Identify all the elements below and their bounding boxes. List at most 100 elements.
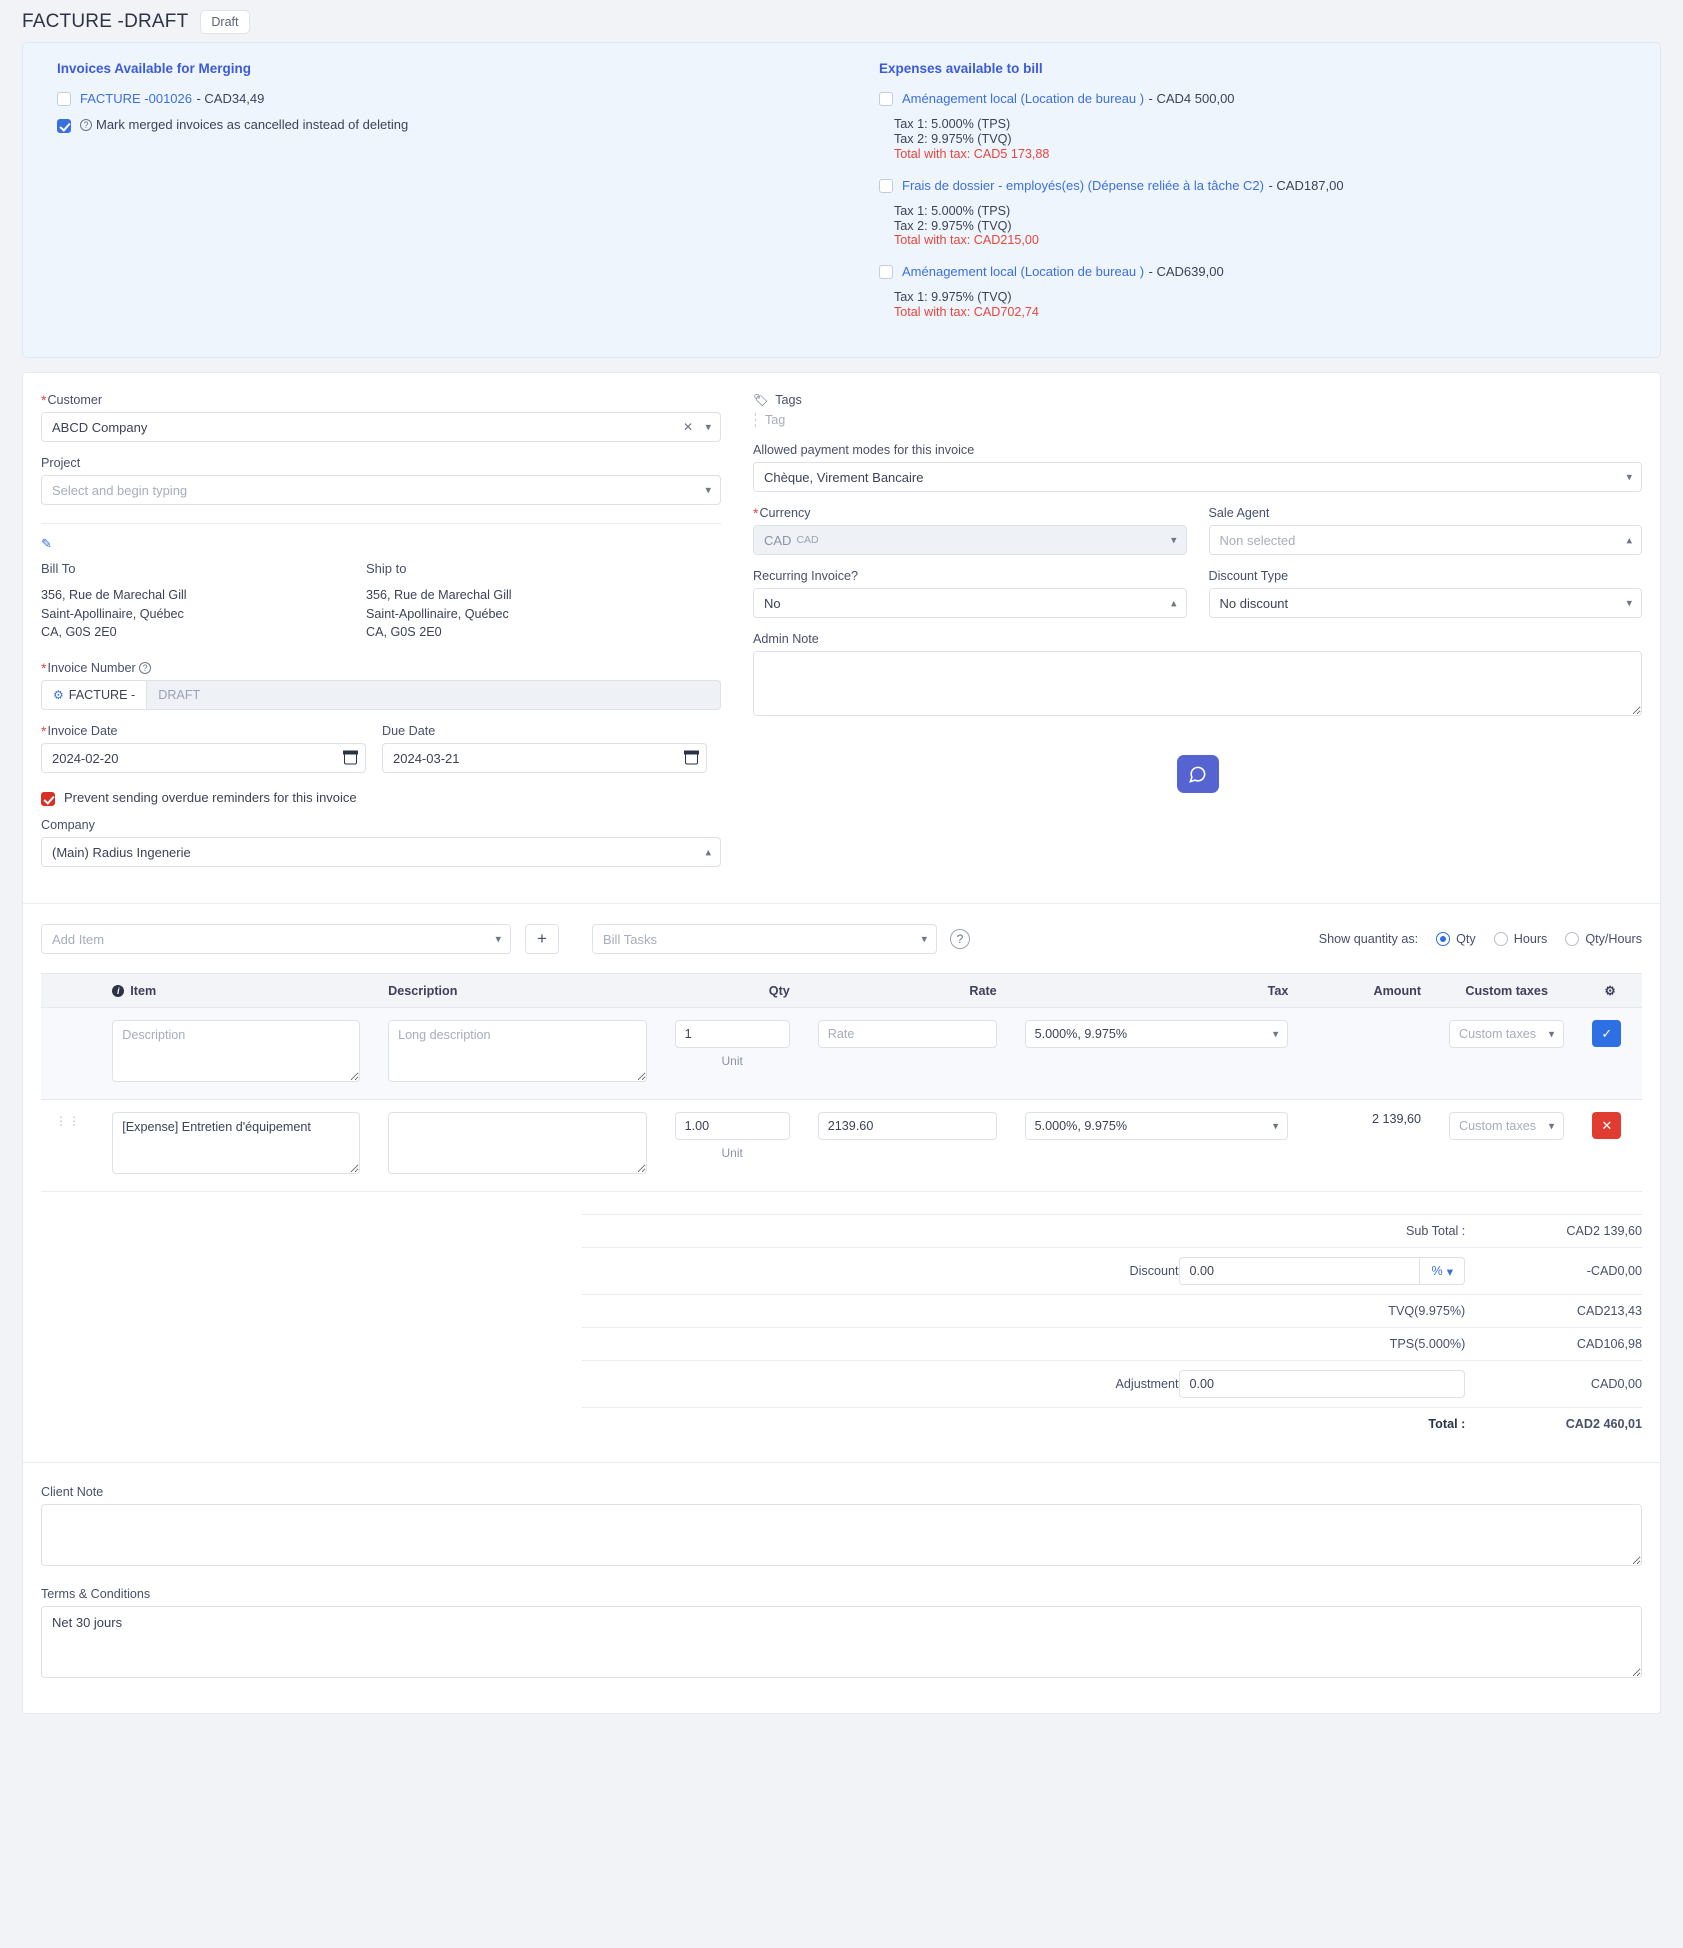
chat-button-row bbox=[753, 755, 1642, 794]
item-long-description-input[interactable] bbox=[388, 1112, 647, 1175]
item-description-input[interactable] bbox=[112, 1112, 361, 1175]
discount-unit-select[interactable]: % ▾ bbox=[1419, 1257, 1466, 1286]
item-custom-taxes-select[interactable]: Custom taxes bbox=[1449, 1112, 1565, 1141]
expense-row[interactable]: Aménagement local (Location de bureau ) … bbox=[879, 90, 1642, 108]
add-item-button[interactable]: + bbox=[525, 924, 559, 955]
confirm-item-button[interactable]: ✓ bbox=[1592, 1020, 1622, 1048]
qty-option-qty-hours[interactable]: Qty/Hours bbox=[1565, 932, 1642, 947]
project-label: Project bbox=[41, 456, 81, 471]
page-header: FACTURE -DRAFT Draft bbox=[0, 0, 1683, 42]
mark-cancelled-checkbox[interactable] bbox=[57, 119, 71, 133]
prevent-reminders-checkbox[interactable] bbox=[41, 792, 55, 807]
terms-textarea[interactable] bbox=[41, 1606, 1642, 1679]
chat-icon bbox=[1189, 766, 1206, 783]
currency-agent-row: *Currency CAD CAD ▾ Sale Agent Non select… bbox=[753, 506, 1642, 556]
project-select[interactable]: Select and begin typing bbox=[41, 475, 721, 506]
expense-checkbox[interactable] bbox=[879, 265, 893, 280]
expense-name[interactable]: Aménagement local (Location de bureau ) bbox=[902, 91, 1144, 106]
sale-agent-select[interactable]: Non selected bbox=[1208, 525, 1642, 556]
calendar-icon[interactable] bbox=[343, 750, 358, 765]
customer-group: *Customer ABCD Company ✕ ▾ bbox=[41, 393, 721, 443]
expense-tax1: Tax 1: 5.000% (TPS) bbox=[894, 117, 1011, 131]
tps-row: TPS(5.000%) CAD106,98 bbox=[582, 1327, 1642, 1361]
expense-checkbox[interactable] bbox=[879, 178, 893, 193]
customer-select[interactable]: ABCD Company bbox=[41, 412, 721, 443]
discount-value: -CAD0,00 bbox=[1465, 1247, 1642, 1295]
bill-tasks-help-icon[interactable]: ? bbox=[950, 929, 970, 950]
dates-row: *Invoice Date 2024-02-20 Due Date 2024-0… bbox=[41, 724, 721, 774]
radio-icon[interactable] bbox=[1493, 932, 1508, 947]
table-row: 1 Unit Rate 5.000%, 9.975% ▾ bbox=[41, 1007, 1642, 1101]
merge-invoice-checkbox[interactable] bbox=[57, 92, 71, 106]
calendar-icon[interactable] bbox=[684, 750, 699, 765]
item-tax-select[interactable]: 5.000%, 9.975% bbox=[1024, 1112, 1289, 1141]
tag-input[interactable]: Tag bbox=[755, 413, 1642, 428]
qty-option-qty[interactable]: Qty bbox=[1436, 932, 1476, 947]
item-long-description-input[interactable] bbox=[388, 1020, 647, 1083]
adjustment-value: CAD0,00 bbox=[1465, 1360, 1642, 1408]
company-select[interactable]: (Main) Radius Ingenerie bbox=[41, 837, 721, 868]
discount-label: Discount bbox=[582, 1247, 1179, 1295]
item-custom-taxes-select[interactable]: Custom taxes bbox=[1449, 1020, 1565, 1049]
status-badge: Draft bbox=[200, 10, 250, 34]
item-description-input[interactable] bbox=[112, 1020, 361, 1083]
gear-icon[interactable]: ⚙ bbox=[1604, 984, 1615, 998]
merge-invoice-row[interactable]: FACTURE -001026 - CAD34,49 bbox=[57, 90, 835, 108]
expense-row[interactable]: Frais de dossier - employés(es) (Dépense… bbox=[879, 177, 1642, 195]
recurring-label: Recurring Invoice? bbox=[753, 569, 858, 584]
chat-icon-button[interactable] bbox=[1176, 755, 1219, 794]
admin-note-group: Admin Note bbox=[753, 632, 1642, 721]
item-tax-select[interactable]: 5.000%, 9.975% bbox=[1024, 1020, 1289, 1049]
expense-amount: - CAD187,00 bbox=[1268, 177, 1344, 193]
invoice-number-input[interactable]: DRAFT bbox=[146, 680, 721, 711]
invoice-date-input[interactable]: 2024-02-20 bbox=[41, 743, 366, 774]
col-settings[interactable]: ⚙ bbox=[1578, 973, 1642, 1009]
chevron-down-icon: ▾ bbox=[1446, 1264, 1454, 1279]
item-unit-label: Unit bbox=[721, 1146, 743, 1161]
cell-tax: 5.000%, 9.975% ▾ bbox=[1010, 1007, 1303, 1101]
add-item-select[interactable]: Add Item bbox=[41, 924, 511, 955]
payment-modes-select[interactable]: Chèque, Virement Bancaire bbox=[753, 462, 1642, 493]
project-group: Project Select and begin typing ▾ bbox=[41, 456, 721, 506]
col-rate: Rate bbox=[803, 973, 1011, 1009]
cell-qty: 1 Unit bbox=[660, 1007, 804, 1101]
drag-handle-icon[interactable]: ⋮⋮ bbox=[55, 1114, 81, 1128]
expense-name[interactable]: Aménagement local (Location de bureau ) bbox=[902, 264, 1144, 279]
radio-icon[interactable] bbox=[1436, 932, 1451, 947]
row-grip[interactable]: ⋮⋮ bbox=[41, 1099, 99, 1193]
admin-note-textarea[interactable] bbox=[753, 651, 1642, 717]
help-icon: ? bbox=[139, 662, 152, 675]
item-rate-input[interactable]: 2139.60 bbox=[817, 1112, 997, 1141]
cell-rate: Rate bbox=[803, 1007, 1011, 1101]
item-rate-input[interactable]: Rate bbox=[817, 1020, 997, 1049]
currency-select[interactable]: CAD CAD bbox=[753, 525, 1187, 556]
tvq-value: CAD213,43 bbox=[1465, 1294, 1642, 1328]
discount-input[interactable]: 0.00 bbox=[1178, 1257, 1420, 1286]
prevent-reminders-row[interactable]: Prevent sending overdue reminders for th… bbox=[41, 790, 721, 807]
expense-checkbox[interactable] bbox=[879, 92, 893, 106]
invoice-number-prefix[interactable]: ⚙ FACTURE - bbox=[41, 680, 147, 711]
expense-name[interactable]: Frais de dossier - employés(es) (Dépense… bbox=[902, 178, 1264, 193]
edit-address-icon[interactable]: ✎ bbox=[41, 536, 721, 552]
expense-row[interactable]: Aménagement local (Location de bureau ) … bbox=[879, 263, 1642, 281]
cell-description bbox=[374, 1007, 661, 1101]
due-date-input[interactable]: 2024-03-21 bbox=[382, 743, 707, 774]
discount-type-select[interactable]: No discount bbox=[1208, 588, 1642, 619]
client-note-textarea[interactable] bbox=[41, 1504, 1642, 1567]
adjustment-input[interactable]: 0.00 bbox=[1178, 1370, 1466, 1399]
ship-to-line: Saint-Apollinaire, Québec bbox=[366, 606, 509, 621]
expense-amount: - CAD4 500,00 bbox=[1148, 91, 1235, 106]
radio-icon[interactable] bbox=[1565, 932, 1580, 947]
subtotal-row: Sub Total : CAD2 139,60 bbox=[582, 1214, 1642, 1248]
adjustment-label: Adjustment bbox=[582, 1360, 1179, 1408]
item-qty-input[interactable]: 1.00 bbox=[674, 1112, 790, 1141]
clear-customer-icon[interactable]: ✕ bbox=[683, 420, 693, 434]
bill-tasks-select[interactable]: Bill Tasks bbox=[592, 924, 937, 955]
delete-item-button[interactable]: ✕ bbox=[1592, 1112, 1622, 1140]
qty-option-hours[interactable]: Hours bbox=[1493, 932, 1547, 947]
recurring-select[interactable]: No bbox=[753, 588, 1187, 619]
item-qty-input[interactable]: 1 bbox=[674, 1020, 790, 1049]
invoices-merge-title: Invoices Available for Merging bbox=[57, 61, 252, 76]
merge-invoice-link[interactable]: FACTURE -001026 bbox=[80, 91, 192, 106]
mark-cancelled-row[interactable]: ? Mark merged invoices as cancelled inste… bbox=[57, 117, 835, 133]
